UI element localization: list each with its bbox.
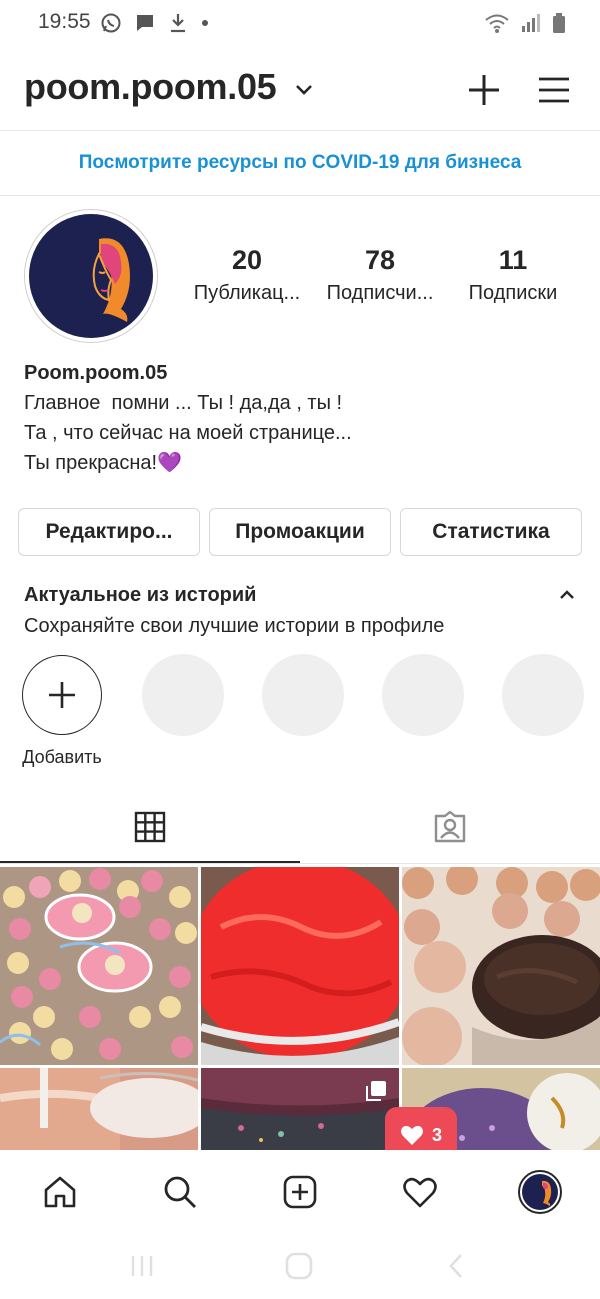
whatsapp-icon: [101, 13, 121, 33]
menu-icon[interactable]: [538, 76, 570, 104]
likes-count: 3: [431, 1124, 442, 1145]
stat-following-label: Подписки: [468, 282, 558, 304]
grid-icon: [134, 811, 166, 843]
home-icon: [44, 1176, 76, 1208]
plus-icon: [49, 682, 75, 708]
tagged-person-icon: [434, 810, 466, 843]
status-notification-icons: [100, 10, 210, 36]
stat-followers-count: 78: [364, 245, 396, 275]
chevron-up-icon[interactable]: [558, 588, 576, 602]
highlight-placeholder: [382, 654, 464, 736]
home-button-icon[interactable]: [283, 1250, 315, 1282]
multiple-photos-icon: [366, 1081, 386, 1101]
stat-posts-count: 20: [231, 245, 263, 275]
stat-followers-label: Подписчи...: [326, 282, 434, 304]
status-time: 19:55: [38, 10, 91, 33]
bio-name: Poom.poom.05: [24, 362, 168, 384]
post-thumbnail[interactable]: [0, 867, 198, 1065]
highlight-placeholder: [142, 654, 224, 736]
nav-new-post[interactable]: [276, 1168, 324, 1216]
profile-avatar-small: [518, 1170, 562, 1214]
insights-button[interactable]: Статистика: [400, 508, 582, 556]
recent-apps-icon[interactable]: [128, 1252, 156, 1280]
post-thumbnail[interactable]: [402, 867, 600, 1065]
profile-avatar[interactable]: [24, 209, 158, 343]
highlight-placeholder: [502, 654, 584, 736]
profile-username[interactable]: poom.poom.05: [24, 66, 277, 108]
post-thumbnail[interactable]: [201, 1068, 399, 1150]
nav-profile[interactable]: [516, 1168, 564, 1216]
nav-activity[interactable]: [396, 1168, 444, 1216]
avatar-image: [29, 214, 153, 338]
stat-following-count: 11: [498, 245, 528, 275]
bio-line-3: Ты прекрасна!💜: [24, 452, 182, 474]
promotions-button[interactable]: Промоакции: [209, 508, 391, 556]
stat-posts-label: Публикац...: [193, 282, 301, 304]
wifi-icon: [485, 14, 509, 33]
back-icon[interactable]: [444, 1252, 468, 1280]
highlights-subtitle: Сохраняйте свои лучшие истории в профиле: [24, 615, 445, 637]
highlight-placeholder: [262, 654, 344, 736]
message-icon: [137, 15, 153, 31]
profile-bio: Poom.poom.05 Главное помни ... Ты ! да,д…: [24, 358, 352, 478]
system-navigation-bar: [0, 1234, 600, 1299]
post-thumbnail[interactable]: [0, 1068, 198, 1150]
dot-icon: [202, 20, 208, 26]
status-system-icons: [484, 10, 566, 36]
tabs-divider: [0, 863, 600, 864]
stat-posts[interactable]: 20 Публикац...: [182, 245, 312, 305]
tab-tagged[interactable]: [300, 790, 600, 864]
chevron-down-icon[interactable]: [295, 82, 313, 96]
tab-grid[interactable]: [0, 790, 300, 864]
stat-followers[interactable]: 78 Подписчи...: [315, 245, 445, 305]
search-icon: [164, 1176, 196, 1208]
stat-following[interactable]: 11 Подписки: [448, 245, 578, 305]
post-thumbnail[interactable]: [201, 867, 399, 1065]
add-highlight-button[interactable]: [22, 655, 102, 735]
bio-line-2: Та , что сейчас на моей странице...: [24, 422, 352, 444]
heart-icon: [403, 1177, 437, 1208]
bio-line-1: Главное помни ... Ты ! да,да , ты !: [24, 392, 343, 414]
battery-icon: [553, 13, 565, 33]
banner-divider: [0, 195, 600, 196]
add-post-icon: [283, 1175, 317, 1209]
add-highlight-label: Добавить: [22, 747, 102, 767]
nav-search[interactable]: [156, 1168, 204, 1216]
highlights-title: Актуальное из историй: [24, 584, 257, 606]
heart-filled-icon: [400, 1125, 423, 1145]
edit-profile-button[interactable]: Редактиро...: [18, 508, 200, 556]
nav-home[interactable]: [36, 1168, 84, 1216]
signal-icon: [522, 14, 540, 32]
covid-resources-link[interactable]: Посмотрите ресурсы по COVID-19 для бизне…: [0, 131, 600, 195]
download-icon: [171, 14, 185, 33]
new-post-plus-icon[interactable]: [466, 72, 502, 108]
